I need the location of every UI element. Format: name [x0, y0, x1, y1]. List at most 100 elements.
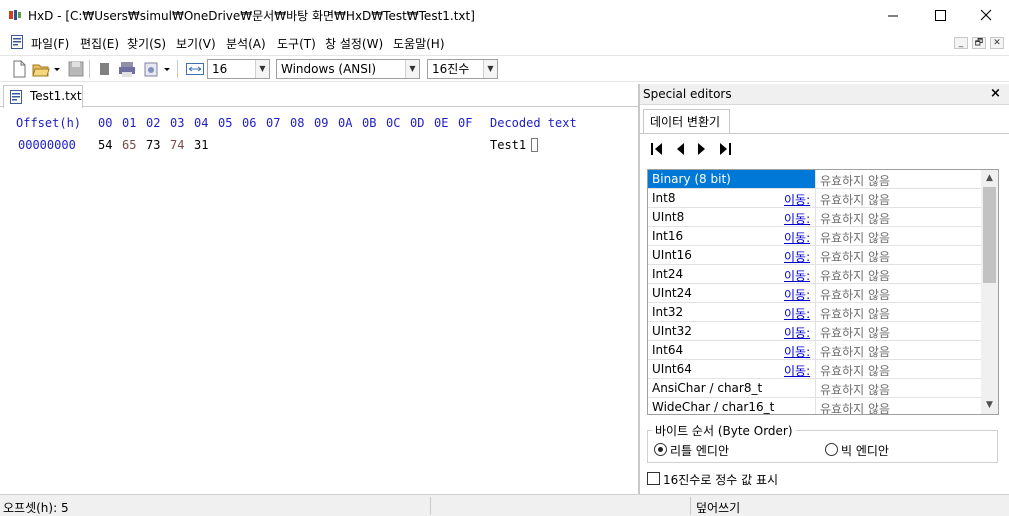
goto-link[interactable]: 이동:	[784, 343, 810, 360]
number-base-select[interactable]: 16진수 ▼	[427, 59, 498, 79]
column-header: 05	[218, 116, 233, 130]
goto-link[interactable]: 이동:	[784, 229, 810, 246]
bytes-per-row-value: 16	[212, 62, 228, 76]
cell-divider	[815, 379, 816, 398]
little-endian-label[interactable]: 리틀 엔디안	[670, 442, 729, 459]
type-value[interactable]: 유효하지 않음	[820, 210, 890, 227]
print-icon[interactable]	[118, 60, 136, 78]
type-value[interactable]: 유효하지 않음	[820, 229, 890, 246]
type-value[interactable]: 유효하지 않음	[820, 343, 890, 360]
save-icon[interactable]	[67, 60, 85, 78]
inspector-row-ansichar[interactable]: AnsiChar / char8_t 유효하지 않음	[648, 379, 981, 398]
close-file-icon[interactable]	[96, 60, 114, 78]
tab-data-inspector[interactable]: 데이터 변환기	[643, 109, 730, 133]
cell-divider	[815, 322, 816, 341]
inspector-row-uint16[interactable]: UInt16 이동: 유효하지 않음	[648, 246, 981, 265]
hex-byte[interactable]: 74	[170, 138, 184, 152]
offset-header: Offset(h)	[16, 116, 82, 130]
next-icon[interactable]	[693, 141, 711, 157]
type-value[interactable]: 유효하지 않음	[820, 400, 890, 414]
minimize-button[interactable]	[870, 0, 916, 30]
little-endian-radio[interactable]	[654, 443, 667, 456]
bytes-per-row-select[interactable]: 16 ▼	[207, 59, 270, 79]
goto-link[interactable]: 이동:	[784, 305, 810, 322]
mdi-minimize-button[interactable]: _	[954, 37, 968, 49]
type-value[interactable]: 유효하지 않음	[820, 286, 890, 303]
hex-editor[interactable]: Offset(h) 00 01 02 03 04 05 06 07 08 09 …	[0, 108, 638, 494]
goto-link[interactable]: 이동:	[784, 248, 810, 265]
type-name: Int16	[652, 229, 684, 243]
chevron-down-icon[interactable]: ▼	[981, 397, 998, 414]
inspector-row-uint64[interactable]: UInt64 이동: 유효하지 않음	[648, 360, 981, 379]
panel-title: Special editors	[643, 87, 732, 101]
type-name: UInt32	[652, 324, 692, 338]
hex-integers-checkbox[interactable]	[647, 472, 660, 485]
column-header: 09	[314, 116, 329, 130]
close-button[interactable]	[963, 0, 1009, 30]
inspector-row-int64[interactable]: Int64 이동: 유효하지 않음	[648, 341, 981, 360]
type-value[interactable]: 유효하지 않음	[820, 267, 890, 284]
status-offset: 오프셋(h): 5	[3, 501, 69, 515]
inspector-row-widechar[interactable]: WideChar / char16_t 유효하지 않음	[648, 398, 981, 414]
menu-file[interactable]: 파일(F)	[31, 35, 69, 52]
type-name: UInt8	[652, 210, 685, 224]
menu-help[interactable]: 도움말(H)	[393, 35, 445, 52]
scrollbar-thumb[interactable]	[983, 187, 996, 283]
inspector-row-int16[interactable]: Int16 이동: 유효하지 않음	[648, 227, 981, 246]
hex-byte[interactable]: 73	[146, 138, 160, 152]
type-value[interactable]: 유효하지 않음	[820, 248, 890, 265]
menu-tools[interactable]: 도구(T)	[277, 35, 316, 52]
status-edit-mode[interactable]: 덮어쓰기	[696, 499, 740, 516]
goto-link[interactable]: 이동:	[784, 286, 810, 303]
menu-window[interactable]: 창 설정(W)	[325, 35, 383, 52]
inspector-row-binary[interactable]: Binary (8 bit) 유효하지 않음	[648, 170, 981, 189]
goto-link[interactable]: 이동:	[784, 267, 810, 284]
menu-analysis[interactable]: 분석(A)	[226, 35, 266, 52]
hex-integers-label[interactable]: 16진수로 정수 값 표시	[663, 471, 778, 488]
previous-icon[interactable]	[671, 141, 689, 157]
open-folder-icon[interactable]	[32, 60, 50, 78]
inspector-row-uint24[interactable]: UInt24 이동: 유효하지 않음	[648, 284, 981, 303]
menu-view[interactable]: 보기(V)	[176, 35, 216, 52]
type-value[interactable]: 유효하지 않음	[820, 381, 890, 398]
chevron-down-icon[interactable]	[52, 60, 62, 78]
chevron-down-icon[interactable]	[162, 60, 172, 78]
hex-byte[interactable]: 31	[194, 138, 208, 152]
inspector-row-int8[interactable]: Int8 이동: 유효하지 않음	[648, 189, 981, 208]
menu-edit[interactable]: 편집(E)	[80, 35, 119, 52]
type-value[interactable]: 유효하지 않음	[820, 305, 890, 322]
new-file-icon[interactable]	[10, 60, 28, 78]
first-icon[interactable]	[648, 141, 666, 157]
decoded-text[interactable]: Test1	[490, 138, 526, 152]
type-value[interactable]: 유효하지 않음	[820, 191, 890, 208]
properties-icon[interactable]	[142, 60, 160, 78]
cell-divider	[815, 265, 816, 284]
vertical-scrollbar[interactable]: ▲ ▼	[981, 170, 998, 414]
big-endian-radio[interactable]	[825, 443, 838, 456]
column-header: 06	[242, 116, 257, 130]
type-value[interactable]: 유효하지 않음	[820, 362, 890, 379]
chevron-up-icon[interactable]: ▲	[981, 170, 998, 187]
maximize-button[interactable]	[917, 0, 963, 30]
type-value[interactable]: 유효하지 않음	[820, 172, 890, 189]
goto-link[interactable]: 이동:	[784, 210, 810, 227]
last-icon[interactable]	[716, 141, 734, 157]
mdi-restore-button[interactable]: 🗗	[972, 37, 986, 49]
inspector-row-int24[interactable]: Int24 이동: 유효하지 않음	[648, 265, 981, 284]
panel-close-button[interactable]: ×	[990, 86, 1001, 101]
mdi-close-button[interactable]: ✕	[990, 37, 1004, 49]
charset-select[interactable]: Windows (ANSI) ▼	[276, 59, 420, 79]
goto-link[interactable]: 이동:	[784, 324, 810, 341]
goto-link[interactable]: 이동:	[784, 191, 810, 208]
inspector-row-uint8[interactable]: UInt8 이동: 유효하지 않음	[648, 208, 981, 227]
goto-link[interactable]: 이동:	[784, 362, 810, 379]
big-endian-label[interactable]: 빅 엔디안	[841, 442, 889, 459]
tab-test1[interactable]: Test1.txt	[3, 85, 83, 108]
hex-byte[interactable]: 54	[98, 138, 112, 152]
inspector-row-int32[interactable]: Int32 이동: 유효하지 않음	[648, 303, 981, 322]
hex-byte[interactable]: 65	[122, 138, 136, 152]
inspector-row-uint32[interactable]: UInt32 이동: 유효하지 않음	[648, 322, 981, 341]
menu-search[interactable]: 찾기(S)	[127, 35, 166, 52]
type-value[interactable]: 유효하지 않음	[820, 324, 890, 341]
chevron-down-icon: ▼	[405, 60, 419, 78]
